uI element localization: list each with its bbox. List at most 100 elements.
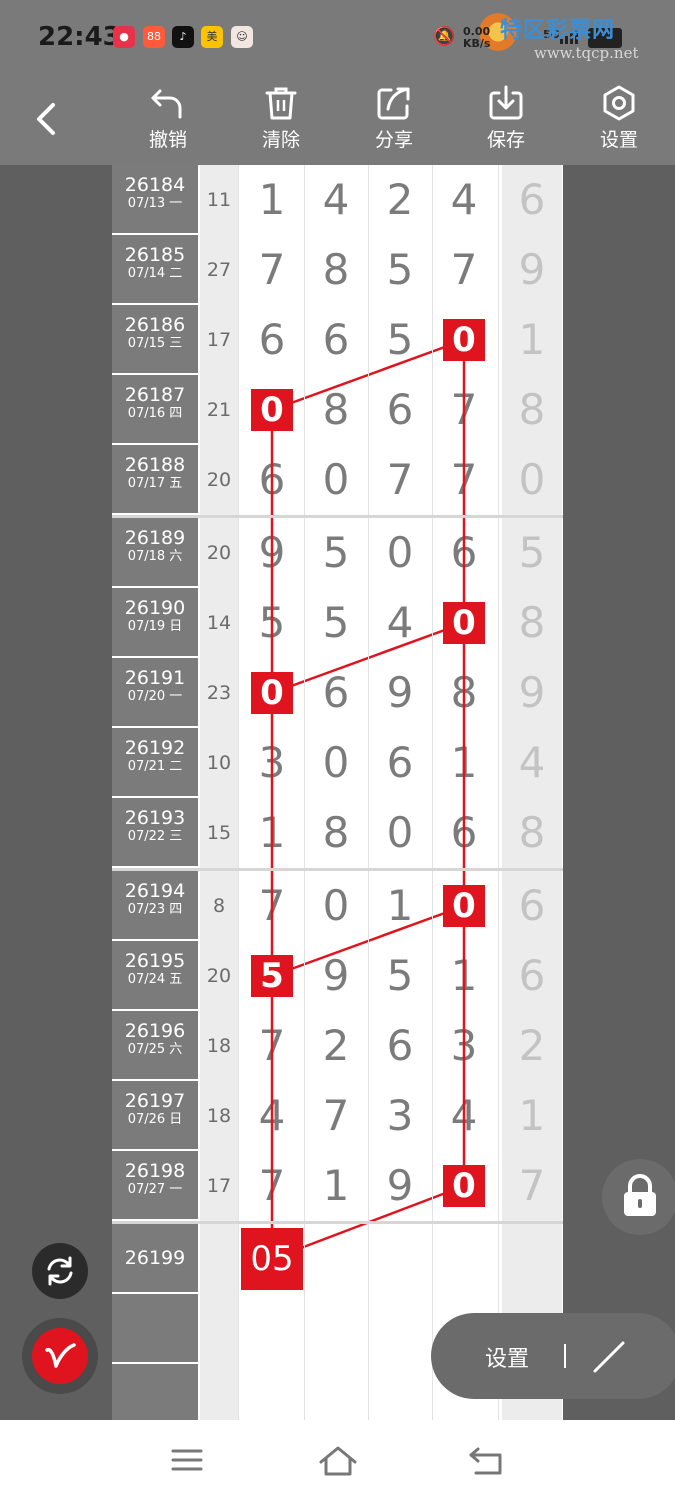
- digit-cell[interactable]: 4: [368, 588, 432, 658]
- extra-digit-cell: 9: [502, 235, 562, 305]
- digit-cell[interactable]: 7: [432, 235, 496, 305]
- digit-cell[interactable]: 6: [432, 518, 496, 588]
- digit-cell[interactable]: 6: [304, 305, 368, 375]
- digit-cell[interactable]: 8: [432, 658, 496, 728]
- digit-cell[interactable]: 7: [304, 1081, 368, 1151]
- digit-cell[interactable]: 2: [304, 1011, 368, 1081]
- prediction-mark[interactable]: 05: [241, 1228, 303, 1290]
- digit-cell[interactable]: [432, 1224, 496, 1294]
- app-icon-88: 88: [143, 26, 165, 48]
- digit-cell[interactable]: 0: [304, 728, 368, 798]
- undo-button[interactable]: 撤销: [128, 85, 208, 152]
- digit-cell[interactable]: 8: [304, 798, 368, 868]
- group-separator: [112, 1221, 563, 1224]
- highlighted-digit[interactable]: 0: [443, 1165, 485, 1207]
- digit-cell[interactable]: 7: [368, 445, 432, 515]
- highlighted-digit[interactable]: 0: [443, 319, 485, 361]
- digit-cell[interactable]: 6: [368, 728, 432, 798]
- highlighted-digit[interactable]: 0: [251, 389, 293, 431]
- period-date: 07/21 二: [127, 759, 183, 774]
- home-icon[interactable]: [318, 1444, 358, 1478]
- settings-pill-label: 设置: [485, 1347, 530, 1372]
- lottery-trend-board[interactable]: 26184 07/13 一 11 1 4 2 4 6 26185 07/14 二 27 7 8 5 7 9 26…: [112, 165, 563, 1420]
- refresh-icon: [47, 1256, 73, 1286]
- sum-value: 10: [200, 728, 238, 798]
- extra-digit-cell: 8: [502, 588, 562, 658]
- digit-cell[interactable]: 5: [368, 235, 432, 305]
- digit-cell[interactable]: 6: [240, 445, 304, 515]
- menu-icon[interactable]: [170, 1447, 204, 1473]
- digit-cell[interactable]: 8: [304, 235, 368, 305]
- digit-cell[interactable]: 7: [240, 871, 304, 941]
- sum-value: 17: [200, 1151, 238, 1221]
- digit-cell[interactable]: 5: [304, 518, 368, 588]
- digit-cell[interactable]: 6: [304, 658, 368, 728]
- settings-button[interactable]: 设置: [579, 85, 659, 152]
- digit-cell[interactable]: 4: [432, 1081, 496, 1151]
- digit-cell[interactable]: 9: [368, 1151, 432, 1221]
- sum-value: 27: [200, 235, 238, 305]
- digit-cell[interactable]: 3: [368, 1081, 432, 1151]
- digit-cell[interactable]: 1: [304, 1151, 368, 1221]
- period-date: 07/22 三: [127, 829, 183, 844]
- refresh-button[interactable]: [32, 1243, 88, 1299]
- digit-cell[interactable]: 9: [240, 518, 304, 588]
- digit-cell[interactable]: 1: [432, 941, 496, 1011]
- highlighted-digit[interactable]: 5: [251, 955, 293, 997]
- digit-cell[interactable]: 0: [368, 798, 432, 868]
- share-button[interactable]: 分享: [354, 85, 434, 152]
- digit-cell[interactable]: 7: [240, 1151, 304, 1221]
- digit-cell[interactable]: 3: [432, 1011, 496, 1081]
- status-time: 22:43: [38, 22, 121, 52]
- extra-digit-cell: 6: [502, 165, 562, 235]
- highlighted-digit[interactable]: 0: [443, 602, 485, 644]
- digit-cell[interactable]: 5: [368, 941, 432, 1011]
- highlighted-digit[interactable]: 0: [443, 885, 485, 927]
- save-button[interactable]: 保存: [466, 85, 546, 152]
- digit-cell[interactable]: 4: [432, 165, 496, 235]
- group-separator: [112, 868, 563, 871]
- highlighted-digit[interactable]: 0: [251, 672, 293, 714]
- clear-button[interactable]: 清除: [241, 85, 321, 152]
- period-label: 26194 07/23 四: [112, 871, 198, 939]
- digit-cell[interactable]: 1: [240, 165, 304, 235]
- line-tool-icon[interactable]: [589, 1337, 629, 1377]
- draw-row: 2619807/27 一1771907: [112, 1151, 563, 1221]
- digit-cell[interactable]: 7: [240, 1011, 304, 1081]
- digit-cell[interactable]: 7: [240, 235, 304, 305]
- lock-button[interactable]: [602, 1159, 675, 1235]
- digit-cell[interactable]: [368, 1224, 432, 1294]
- digit-cell[interactable]: 2: [368, 165, 432, 235]
- grid-line: [432, 165, 433, 1420]
- digit-cell[interactable]: 5: [304, 588, 368, 658]
- digit-cell[interactable]: [304, 1224, 368, 1294]
- digit-cell[interactable]: 6: [368, 375, 432, 445]
- digit-cell[interactable]: 1: [368, 871, 432, 941]
- digit-cell[interactable]: 1: [240, 798, 304, 868]
- digit-cell[interactable]: 9: [368, 658, 432, 728]
- tiktok-icon: ♪: [172, 26, 194, 48]
- avatar-icon: ☺: [231, 26, 253, 48]
- digit-cell[interactable]: 6: [432, 798, 496, 868]
- digit-cell[interactable]: 0: [304, 871, 368, 941]
- digit-cell[interactable]: 6: [240, 305, 304, 375]
- digit-cell[interactable]: 5: [368, 305, 432, 375]
- period-label: [112, 1364, 198, 1420]
- digit-cell[interactable]: 3: [240, 728, 304, 798]
- sum-value: [200, 1224, 238, 1294]
- digit-cell[interactable]: 7: [432, 445, 496, 515]
- digit-cell[interactable]: 0: [304, 445, 368, 515]
- digit-cell[interactable]: 4: [304, 165, 368, 235]
- digit-cell[interactable]: 8: [304, 375, 368, 445]
- digit-cell[interactable]: 9: [304, 941, 368, 1011]
- digit-cell[interactable]: 1: [432, 728, 496, 798]
- digit-cell[interactable]: 7: [432, 375, 496, 445]
- pen-tool-button[interactable]: [22, 1318, 98, 1394]
- digit-cell[interactable]: 0: [368, 518, 432, 588]
- back-nav-icon[interactable]: [468, 1446, 506, 1476]
- digit-cell[interactable]: 5: [240, 588, 304, 658]
- settings-pill[interactable]: 设置: [431, 1313, 675, 1399]
- digit-cell[interactable]: 4: [240, 1081, 304, 1151]
- digit-cell[interactable]: 6: [368, 1011, 432, 1081]
- back-button[interactable]: [28, 99, 68, 139]
